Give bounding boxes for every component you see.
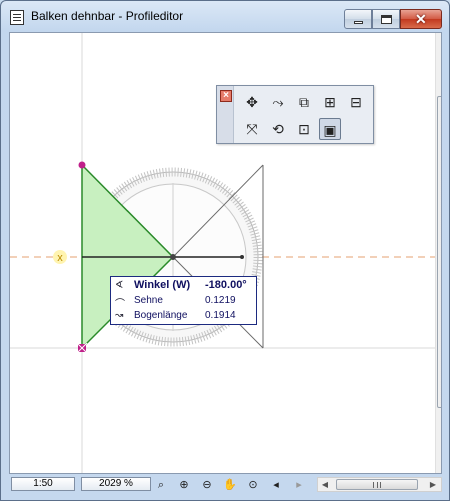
close-icon: ✕	[415, 11, 427, 27]
mirror-tool-icon[interactable]: ⧉	[293, 91, 315, 113]
palette-close-button[interactable]: ×	[220, 90, 232, 102]
svg-text:x: x	[57, 252, 63, 264]
move-tool-icon[interactable]: ✥	[241, 91, 263, 113]
horizontal-scroll-thumb[interactable]	[336, 479, 418, 490]
status-bar: 1:50 2029 % ⌕ ⊕ ⊖ ✋ ⊙ ◂ ▸ ◀ ▶	[9, 476, 442, 494]
measurement-endpoint	[240, 255, 244, 259]
vertical-scroll-thumb[interactable]	[437, 96, 442, 408]
chord-value[interactable]: 0.1219	[205, 295, 236, 306]
vertical-scrollbar[interactable]: ▲ ▼	[435, 33, 442, 473]
minimize-button[interactable]	[344, 9, 372, 29]
scroll-up-icon[interactable]: ▲	[436, 33, 441, 50]
previous-zoom-icon[interactable]: ◂	[266, 476, 286, 492]
chord-label: Sehne	[134, 295, 163, 306]
bottom-vertex-node[interactable]	[76, 342, 88, 354]
chord-row[interactable]: ⌒ Sehne 0.1219	[111, 294, 256, 310]
angle-icon: ∢	[115, 280, 124, 291]
zoom-out-icon[interactable]: ⊖	[197, 476, 217, 492]
arc-length-value[interactable]: 0.1914	[205, 310, 236, 321]
angle-label: Winkel (W)	[134, 279, 191, 291]
resize-tool-icon[interactable]: ▣	[319, 118, 341, 140]
scroll-right-icon[interactable]: ▶	[426, 478, 440, 491]
pan-hand-icon[interactable]: ✋	[220, 476, 240, 492]
rotate-drag-tool-icon[interactable]: ⤳	[267, 91, 289, 113]
horizontal-scrollbar[interactable]: ◀ ▶	[317, 477, 442, 492]
app-icon	[10, 10, 24, 25]
arc-length-icon: ↝	[115, 310, 124, 321]
zoom-options-icon[interactable]: ⌕	[151, 476, 171, 492]
rotate-tool-icon[interactable]: ⟲	[267, 118, 289, 140]
offset-tool-icon[interactable]: ⊟	[345, 91, 367, 113]
minimize-icon	[354, 21, 363, 24]
hscroll-grip-icon	[373, 482, 381, 488]
angle-row[interactable]: ∢ Winkel (W) -180.00°	[111, 279, 256, 294]
arc-length-row[interactable]: ↝ Bogenlänge 0.1914	[111, 309, 256, 324]
transform-palette: × ✥ ⤳ ⧉ ⊞ ⊟ ⤧ ⟲ ⊡ ▣	[216, 85, 374, 144]
drawing-area[interactable]: x × ✥ ⤳ ⧉ ⊞ ⊟ ⤧ ⟲ ⊡ ▣ ∢ Winkel (W) -180.…	[9, 32, 442, 474]
drag-copy-tool-icon[interactable]: ⤧	[241, 118, 263, 140]
close-button[interactable]: ✕	[400, 9, 442, 29]
tracker-info-box: ∢ Winkel (W) -180.00° ⌒ Sehne 0.1219 ↝ B…	[110, 276, 257, 325]
origin-marker: x	[53, 250, 67, 264]
scroll-grip-icon	[441, 248, 442, 254]
rotation-center-point	[170, 254, 176, 260]
scale-field[interactable]: 1:50	[11, 477, 75, 491]
top-vertex-node[interactable]	[78, 161, 86, 169]
multiply-tool-icon[interactable]: ⊞	[319, 91, 341, 113]
maximize-icon	[381, 15, 392, 24]
angle-value[interactable]: -180.00°	[205, 279, 247, 291]
window-title: Balken dehnbar - Profileditor	[31, 9, 184, 23]
stretch-tool-icon[interactable]: ⊡	[293, 118, 315, 140]
chord-icon: ⌒	[115, 299, 125, 310]
zoom-in-icon[interactable]: ⊕	[174, 476, 194, 492]
scroll-left-icon[interactable]: ◀	[318, 478, 332, 491]
scroll-down-icon[interactable]: ▼	[436, 458, 441, 473]
zoom-field[interactable]: 2029 %	[81, 477, 151, 491]
maximize-button[interactable]	[372, 9, 400, 29]
arc-length-label: Bogenlänge	[134, 310, 188, 321]
title-bar[interactable]: Balken dehnbar - Profileditor ✕	[1, 1, 449, 31]
next-zoom-icon[interactable]: ▸	[289, 476, 309, 492]
fit-in-window-icon[interactable]: ⊙	[243, 476, 263, 492]
profile-editor-window: Balken dehnbar - Profileditor ✕ x × ✥ ⤳ …	[0, 0, 450, 501]
